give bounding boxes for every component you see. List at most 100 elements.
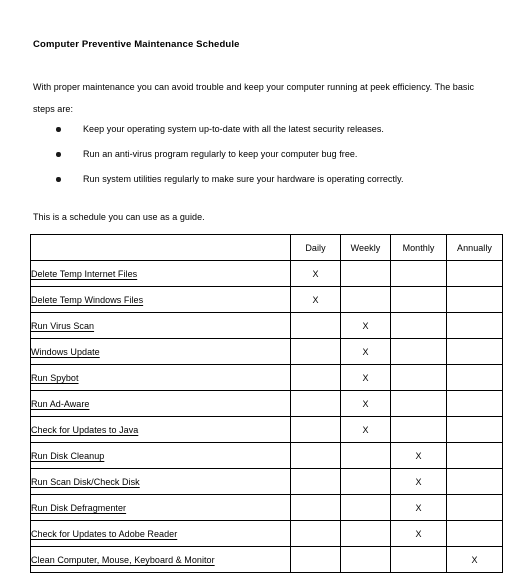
weekly-cell[interactable] — [340, 442, 391, 469]
task-label[interactable]: Run Ad-Aware — [31, 399, 89, 409]
weekly-cell[interactable] — [340, 494, 391, 521]
task-cell: Delete Temp Windows Files — [30, 286, 291, 313]
monthly-cell[interactable] — [390, 260, 447, 287]
column-header-annually: Annually — [446, 234, 503, 261]
task-label[interactable]: Windows Update — [31, 347, 100, 357]
weekly-cell[interactable]: X — [340, 338, 391, 365]
maintenance-steps-list: Keep your operating system up-to-date wi… — [33, 117, 493, 192]
daily-cell[interactable] — [290, 546, 341, 573]
task-cell: Run Virus Scan — [30, 312, 291, 339]
daily-cell[interactable] — [290, 416, 341, 443]
list-item: Run system utilities regularly to make s… — [33, 167, 493, 192]
task-cell: Run Spybot — [30, 364, 291, 391]
annually-cell[interactable] — [446, 338, 503, 365]
table-row: Run Virus Scan X — [30, 312, 503, 339]
task-cell: Windows Update — [30, 338, 291, 365]
monthly-cell[interactable] — [390, 364, 447, 391]
task-cell: Run Ad-Aware — [30, 390, 291, 417]
daily-cell[interactable] — [290, 468, 341, 495]
check-mark: X — [312, 268, 319, 279]
daily-cell[interactable] — [290, 364, 341, 391]
task-cell: Run Disk Cleanup — [30, 442, 291, 469]
table-row: Check for Updates to Java X — [30, 416, 503, 443]
bullet-dot-icon — [56, 127, 61, 132]
monthly-cell[interactable]: X — [390, 520, 447, 547]
task-label[interactable]: Run Disk Defragmenter — [31, 503, 126, 513]
task-label[interactable]: Run Spybot — [31, 373, 79, 383]
weekly-cell[interactable]: X — [340, 416, 391, 443]
annually-cell[interactable] — [446, 494, 503, 521]
weekly-cell[interactable] — [340, 468, 391, 495]
check-mark: X — [362, 346, 369, 357]
task-label[interactable]: Delete Temp Windows Files — [31, 295, 143, 305]
weekly-cell[interactable] — [340, 546, 391, 573]
monthly-cell[interactable]: X — [390, 494, 447, 521]
table-body: Delete Temp Internet Files X Delete Temp… — [30, 260, 503, 573]
intro-paragraph: With proper maintenance you can avoid tr… — [33, 82, 475, 114]
monthly-cell[interactable] — [390, 390, 447, 417]
table-row: Run Ad-Aware X — [30, 390, 503, 417]
task-label[interactable]: Check for Updates to Adobe Reader — [31, 529, 177, 539]
daily-cell[interactable] — [290, 338, 341, 365]
annually-cell[interactable] — [446, 260, 503, 287]
monthly-cell[interactable] — [390, 312, 447, 339]
daily-cell[interactable]: X — [290, 286, 341, 313]
column-header-weekly: Weekly — [340, 234, 391, 261]
weekly-cell[interactable]: X — [340, 312, 391, 339]
annually-cell[interactable] — [446, 520, 503, 547]
annually-cell[interactable] — [446, 390, 503, 417]
monthly-cell[interactable]: X — [390, 468, 447, 495]
check-mark: X — [415, 502, 422, 513]
daily-cell[interactable] — [290, 312, 341, 339]
daily-cell[interactable] — [290, 442, 341, 469]
task-label[interactable]: Run Virus Scan — [31, 321, 94, 331]
weekly-cell[interactable]: X — [340, 364, 391, 391]
weekly-cell[interactable] — [340, 520, 391, 547]
annually-cell[interactable] — [446, 364, 503, 391]
table-row: Delete Temp Internet Files X — [30, 260, 503, 287]
table-row: Run Disk Cleanup X — [30, 442, 503, 469]
monthly-cell[interactable] — [390, 416, 447, 443]
task-cell: Run Scan Disk/Check Disk — [30, 468, 291, 495]
daily-cell[interactable] — [290, 390, 341, 417]
maintenance-schedule-table: Daily Weekly Monthly Annually Delete Tem… — [30, 234, 503, 573]
monthly-cell[interactable] — [390, 338, 447, 365]
table-header-row: Daily Weekly Monthly Annually — [30, 234, 503, 261]
annually-cell[interactable] — [446, 416, 503, 443]
page-title: Computer Preventive Maintenance Schedule — [33, 39, 240, 51]
list-item-label: Run system utilities regularly to make s… — [83, 174, 404, 184]
monthly-cell[interactable] — [390, 286, 447, 313]
annually-cell[interactable]: X — [446, 546, 503, 573]
check-mark: X — [415, 450, 422, 461]
task-label[interactable]: Clean Computer, Mouse, Keyboard & Monito… — [31, 555, 215, 565]
table-row: Windows Update X — [30, 338, 503, 365]
column-header-daily: Daily — [290, 234, 341, 261]
annually-cell[interactable] — [446, 286, 503, 313]
weekly-cell[interactable]: X — [340, 390, 391, 417]
bullet-dot-icon — [56, 152, 61, 157]
daily-cell[interactable] — [290, 520, 341, 547]
task-label[interactable]: Delete Temp Internet Files — [31, 269, 137, 279]
weekly-cell[interactable] — [340, 260, 391, 287]
check-mark: X — [471, 554, 478, 565]
monthly-cell[interactable]: X — [390, 442, 447, 469]
daily-cell[interactable] — [290, 494, 341, 521]
table-row: Clean Computer, Mouse, Keyboard & Monito… — [30, 546, 503, 573]
table-row: Run Disk Defragmenter X — [30, 494, 503, 521]
list-item: Run an anti-virus program regularly to k… — [33, 142, 493, 167]
weekly-cell[interactable] — [340, 286, 391, 313]
task-cell: Delete Temp Internet Files — [30, 260, 291, 287]
task-cell: Run Disk Defragmenter — [30, 494, 291, 521]
check-mark: X — [362, 320, 369, 331]
bullet-dot-icon — [56, 177, 61, 182]
annually-cell[interactable] — [446, 442, 503, 469]
list-item: Keep your operating system up-to-date wi… — [33, 117, 493, 142]
task-label[interactable]: Run Scan Disk/Check Disk — [31, 477, 140, 487]
check-mark: X — [415, 528, 422, 539]
annually-cell[interactable] — [446, 312, 503, 339]
monthly-cell[interactable] — [390, 546, 447, 573]
task-label[interactable]: Run Disk Cleanup — [31, 451, 104, 461]
annually-cell[interactable] — [446, 468, 503, 495]
daily-cell[interactable]: X — [290, 260, 341, 287]
task-label[interactable]: Check for Updates to Java — [31, 425, 138, 435]
